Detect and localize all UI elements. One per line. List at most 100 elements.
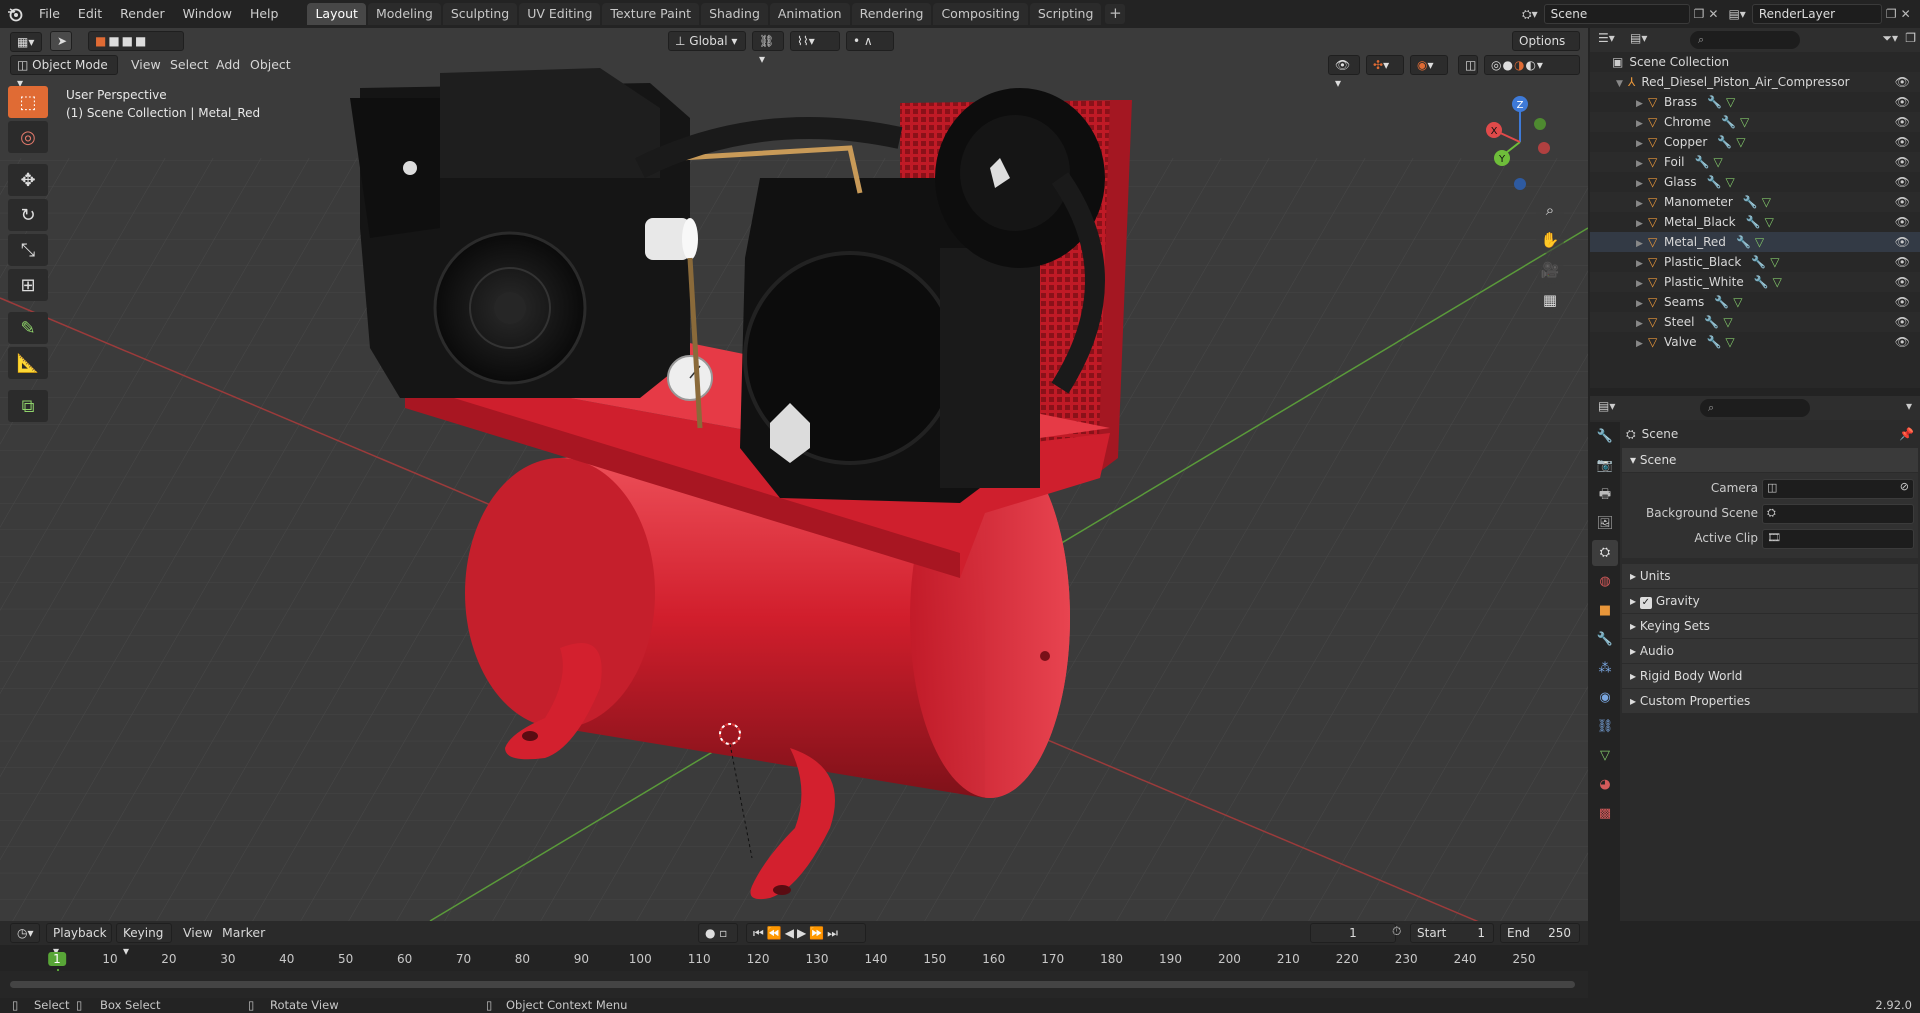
start-frame-field[interactable]: Start 1 — [1410, 923, 1494, 943]
modifier-tab-icon[interactable]: 🔧 — [1592, 627, 1618, 653]
expand-arrow-icon[interactable]: ▶ — [1636, 334, 1648, 354]
expand-arrow-icon[interactable]: ▶ — [1636, 314, 1648, 334]
outliner-row-foil[interactable]: ▶ ▽ Foil 🔧 ▽ 👁 — [1590, 152, 1920, 172]
audio-panel-header[interactable]: ▸ Audio — [1622, 639, 1918, 663]
timeline-scrollbar[interactable] — [10, 981, 1575, 988]
view-layer-field[interactable]: RenderLayer — [1751, 4, 1882, 24]
shading-modes-button[interactable]: ◎●◑◐▾ — [1484, 55, 1580, 75]
stopwatch-icon[interactable]: ⏱ — [1392, 924, 1401, 939]
eye-icon[interactable]: 👁 — [1895, 272, 1910, 292]
custom-properties-panel-header[interactable]: ▸ Custom Properties — [1622, 689, 1918, 713]
navigation-gizmo[interactable]: Z Y X ⌕ ✋ 🎥 ▦ — [1458, 86, 1578, 336]
tab-uv-editing[interactable]: UV Editing — [519, 3, 601, 25]
viewport-scene[interactable] — [0, 28, 1588, 921]
timeline-keyframe-area[interactable] — [0, 971, 1588, 998]
annotate-tool-icon[interactable]: ✎ — [8, 312, 48, 344]
viewport-menu-select[interactable]: Select — [170, 55, 209, 75]
eye-icon[interactable]: 👁 — [1895, 332, 1910, 352]
mesh-data-icon[interactable]: ▽ — [1725, 175, 1734, 189]
pivot-point-button[interactable]: ⛓▾ — [752, 31, 784, 66]
overlay-toggle-button[interactable]: ◉▾ — [1410, 55, 1448, 75]
modifier-wrench-icon[interactable]: 🔧 — [1704, 315, 1719, 329]
camera-view-icon[interactable]: 🎥 — [1536, 256, 1564, 284]
expand-arrow-icon[interactable]: ▶ — [1636, 274, 1648, 294]
playback-dropdown[interactable]: Playback ▾ — [46, 923, 112, 958]
expand-arrow-icon[interactable]: ▶ — [1636, 234, 1648, 254]
mesh-data-icon[interactable]: ▽ — [1726, 95, 1735, 109]
mesh-data-icon[interactable]: ▽ — [1762, 195, 1771, 209]
outliner-row-plastic-white[interactable]: ▶ ▽ Plastic_White 🔧 ▽ 👁 — [1590, 272, 1920, 292]
playback-controls[interactable]: ⏮⏪◀▶⏩⏭ — [746, 923, 866, 943]
tab-modeling[interactable]: Modeling — [367, 3, 441, 25]
zoom-icon[interactable]: ⌕ — [1536, 196, 1564, 224]
view-layer-icon[interactable]: ▤▾ — [1728, 7, 1745, 21]
options-button[interactable]: Options ▾ — [1512, 31, 1580, 66]
timeline-menu-marker[interactable]: Marker — [222, 923, 265, 943]
data-tab-icon[interactable]: ▽ — [1592, 743, 1618, 769]
menu-window[interactable]: Window — [174, 0, 241, 28]
outliner-row-metal-black[interactable]: ▶ ▽ Metal_Black 🔧 ▽ 👁 — [1590, 212, 1920, 232]
scale-tool-icon[interactable]: ⤡ — [8, 234, 48, 266]
eye-icon[interactable]: 👁 — [1895, 172, 1910, 192]
outliner-search-input[interactable]: ⌕ — [1690, 31, 1800, 49]
mesh-data-icon[interactable]: ▽ — [1765, 215, 1774, 229]
menu-render[interactable]: Render — [111, 0, 174, 28]
eye-icon[interactable]: 👁 — [1895, 152, 1910, 172]
outliner-row-metal-red[interactable]: ▶ ▽ Metal_Red 🔧 ▽ 👁 — [1590, 232, 1920, 252]
outliner-row-manometer[interactable]: ▶ ▽ Manometer 🔧 ▽ 👁 — [1590, 192, 1920, 212]
object-tab-icon[interactable]: ■ — [1592, 598, 1618, 624]
rigid-body-world-panel-header[interactable]: ▸ Rigid Body World — [1622, 664, 1918, 688]
outliner-row-steel[interactable]: ▶ ▽ Steel 🔧 ▽ 👁 — [1590, 312, 1920, 332]
3d-viewport[interactable]: ▦▾ ➤ ■■■■ ⊥ Global ▾ ⛓▾ ⌇⌇▾ • ∧ Options … — [0, 28, 1588, 921]
new-collection-icon[interactable]: ❐ — [1905, 31, 1916, 45]
scene-name-field[interactable]: Scene — [1543, 4, 1690, 24]
properties-options-icon[interactable]: ▾ — [1906, 399, 1912, 413]
modifier-wrench-icon[interactable]: 🔧 — [1736, 235, 1751, 249]
outliner-row-brass[interactable]: ▶ ▽ Brass 🔧 ▽ 👁 — [1590, 92, 1920, 112]
mesh-data-icon[interactable]: ▽ — [1770, 255, 1779, 269]
proportional-edit-button[interactable]: • ∧ — [846, 31, 894, 51]
mesh-data-icon[interactable]: ▽ — [1740, 115, 1749, 129]
snap-button[interactable]: ⌇⌇▾ — [790, 31, 840, 51]
expand-arrow-icon[interactable]: ▶ — [1636, 154, 1648, 174]
particles-tab-icon[interactable]: ⁂ — [1592, 656, 1618, 682]
keying-dropdown[interactable]: Keying ▾ — [116, 923, 172, 958]
end-frame-field[interactable]: End 250 — [1500, 923, 1580, 943]
tab-compositing[interactable]: Compositing — [933, 3, 1028, 25]
material-tab-icon[interactable]: ◕ — [1592, 772, 1618, 798]
perspective-toggle-icon[interactable]: ▦ — [1536, 286, 1564, 314]
editor-type-button[interactable]: ▦▾ — [10, 32, 42, 52]
modifier-wrench-icon[interactable]: 🔧 — [1751, 255, 1766, 269]
tab-shading[interactable]: Shading — [701, 3, 768, 25]
eyedropper-icon[interactable]: ⊘ — [1900, 480, 1909, 493]
outliner-row-scene-collection[interactable]: ▣ Scene Collection — [1590, 52, 1920, 72]
visibility-button[interactable]: 👁▾ — [1328, 55, 1360, 90]
modifier-wrench-icon[interactable]: 🔧 — [1717, 135, 1732, 149]
modifier-wrench-icon[interactable]: 🔧 — [1754, 275, 1769, 289]
eye-icon[interactable]: 👁 — [1895, 252, 1910, 272]
new-view-layer-icon[interactable]: ❐ — [1886, 7, 1897, 21]
menu-edit[interactable]: Edit — [69, 0, 111, 28]
auto-key-button[interactable]: ● ▫ — [698, 923, 738, 943]
mesh-data-icon[interactable]: ▽ — [1725, 335, 1734, 349]
expand-arrow-icon[interactable]: ▶ — [1636, 194, 1648, 214]
timeline-editor-type-button[interactable]: ◷▾ — [10, 923, 40, 943]
eye-icon[interactable]: 👁 — [1895, 292, 1910, 312]
pin-icon[interactable]: 📌 — [1899, 422, 1914, 446]
outliner-filter-icon[interactable]: ⏷▾ — [1882, 31, 1898, 46]
eye-icon[interactable]: 👁 — [1895, 72, 1910, 92]
units-panel-header[interactable]: ▸ Units — [1622, 564, 1918, 588]
active-clip-field[interactable]: 🎞 — [1762, 529, 1914, 549]
viewport-menu-add[interactable]: Add — [216, 55, 240, 75]
keying-sets-panel-header[interactable]: ▸ Keying Sets — [1622, 614, 1918, 638]
modifier-wrench-icon[interactable]: 🔧 — [1714, 295, 1729, 309]
transform-tool-icon[interactable]: ⊞ — [8, 269, 48, 301]
viewport-menu-view[interactable]: View — [131, 55, 161, 75]
outliner-row-copper[interactable]: ▶ ▽ Copper 🔧 ▽ 👁 — [1590, 132, 1920, 152]
timeline-ruler[interactable]: 1 10 20 30 40 50 60 70 80 90 100 110 120 130 140 150 160… — [0, 949, 1588, 996]
tool-tab-icon[interactable]: 🔧 — [1592, 424, 1618, 450]
tab-texture-paint[interactable]: Texture Paint — [602, 3, 700, 25]
physics-tab-icon[interactable]: ◉ — [1592, 685, 1618, 711]
viewport-menu-object[interactable]: Object — [250, 55, 291, 75]
constraints-tab-icon[interactable]: ⛓ — [1592, 714, 1618, 740]
